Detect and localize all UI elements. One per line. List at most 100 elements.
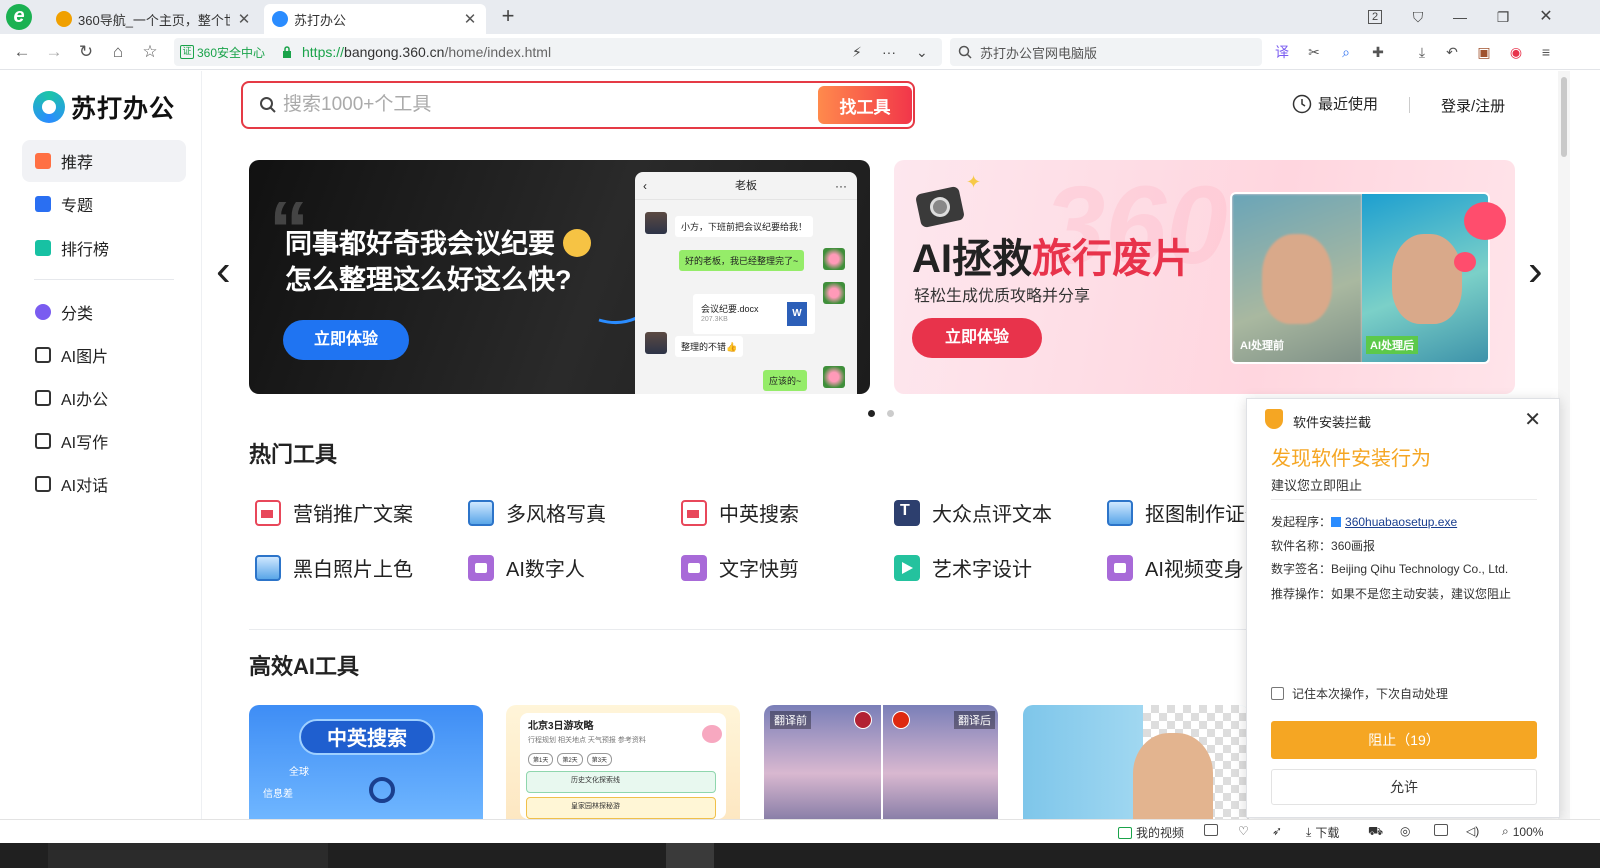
list-item: 历史文化探索线: [526, 771, 716, 793]
try-now-button[interactable]: 立即体验: [283, 320, 409, 360]
window-icon[interactable]: [1434, 824, 1448, 836]
reload-button[interactable]: ↻: [74, 40, 98, 64]
tool-item[interactable]: AI视频变身: [1107, 553, 1244, 582]
my-videos-button[interactable]: 我的视频: [1118, 824, 1184, 841]
url-text: https://bangong.360.cn/home/index.html: [302, 44, 551, 60]
close-window-button[interactable]: ✕: [1533, 4, 1559, 30]
login-register-link[interactable]: 登录/注册: [1441, 95, 1505, 116]
sidebar-item-ai-image[interactable]: AI图片: [22, 334, 186, 376]
security-badge[interactable]: 证 360安全中心: [180, 43, 265, 61]
sidebar-item-ranking[interactable]: 排行榜: [22, 227, 186, 269]
sidebar-item-recommend[interactable]: 推荐: [22, 140, 186, 182]
lightning-icon[interactable]: ⚡: [852, 44, 862, 61]
minimize-button[interactable]: —: [1447, 4, 1473, 30]
initiator-link[interactable]: 360huabaosetup.exe: [1345, 515, 1457, 529]
chart-icon: [35, 240, 51, 256]
chevron-down-icon[interactable]: ⌄: [916, 44, 928, 61]
back-button[interactable]: ←: [10, 40, 34, 64]
browser-tab-bar: e 360导航_一个主页，整个世界 ✕ 苏打办公 ✕ + 2 ⛉ — ❐ ✕: [0, 0, 1600, 34]
my-videos-label: 我的视频: [1136, 826, 1185, 840]
tab-close-icon[interactable]: ✕: [462, 10, 478, 28]
carousel-prev-button[interactable]: ‹: [216, 246, 231, 296]
tab-close-icon[interactable]: ✕: [236, 10, 252, 28]
magnifier-icon[interactable]: ⌕: [1336, 42, 1356, 62]
tool-item[interactable]: 文字快剪: [681, 553, 799, 582]
remember-checkbox[interactable]: [1271, 687, 1284, 700]
recent-used-link[interactable]: 最近使用: [1292, 93, 1378, 114]
carousel-dot-active[interactable]: [868, 410, 875, 417]
tab-360-navigation[interactable]: 360导航_一个主页，整个世界 ✕: [48, 4, 260, 34]
tool-item[interactable]: 中英搜索: [681, 498, 799, 527]
camera-icon: [914, 185, 966, 229]
block-button[interactable]: 阻止（19）: [1271, 721, 1537, 759]
puzzle-icon[interactable]: ✚: [1368, 42, 1388, 62]
avatar: [823, 282, 845, 304]
ai-tool-card[interactable]: 翻译前 翻译后: [764, 705, 998, 819]
menu-icon[interactable]: ≡: [1536, 42, 1556, 62]
home-button[interactable]: ⌂: [106, 40, 130, 64]
find-tools-button[interactable]: 找工具: [818, 86, 912, 124]
ai-tool-card[interactable]: [1023, 705, 1249, 819]
carousel-dot[interactable]: [887, 410, 894, 417]
car-icon[interactable]: ⛟: [1368, 824, 1383, 840]
url-field[interactable]: 证 360安全中心 https://bangong.360.cn/home/in…: [174, 38, 942, 66]
remember-choice[interactable]: 记住本次操作，下次自动处理: [1271, 685, 1448, 702]
health-icon[interactable]: ♡: [1238, 824, 1249, 838]
taskbar-item[interactable]: [48, 843, 328, 868]
taskbar-item[interactable]: [666, 843, 714, 868]
forward-button[interactable]: →: [42, 40, 66, 64]
more-dots-icon[interactable]: ···: [882, 44, 896, 60]
zoom-control[interactable]: ⌕ 100%: [1502, 824, 1543, 839]
tool-search-input[interactable]: [283, 91, 803, 119]
tab-sudabangong[interactable]: 苏打办公 ✕: [264, 4, 486, 34]
undo-icon[interactable]: ↶: [1442, 42, 1462, 62]
sidebar-item-topics[interactable]: 专题: [22, 183, 186, 225]
os-taskbar: [0, 843, 1600, 868]
download-icon[interactable]: ⤓: [1412, 42, 1432, 62]
allow-button[interactable]: 允许: [1271, 769, 1537, 805]
popup-title: 软件安装拦截: [1293, 415, 1372, 430]
popup-warning: 发现软件安装行为: [1271, 448, 1431, 470]
tool-item[interactable]: 艺术字设计: [894, 553, 1032, 582]
browser-logo-icon[interactable]: e: [6, 4, 32, 30]
compare-divider[interactable]: [881, 705, 883, 819]
scissors-icon[interactable]: ✂: [1304, 42, 1324, 62]
close-icon[interactable]: ✕: [1524, 407, 1541, 432]
image-icon: [35, 347, 51, 363]
tool-item[interactable]: 大众点评文本: [894, 498, 1052, 527]
carousel-next-button[interactable]: ›: [1528, 246, 1543, 296]
ai-assistant-icon[interactable]: ◉: [1506, 42, 1526, 62]
shirt-icon[interactable]: ⛉: [1405, 4, 1431, 30]
sidebar-item-ai-office[interactable]: AI办公: [22, 377, 186, 419]
translate-icon[interactable]: 译: [1272, 42, 1292, 62]
site-logo[interactable]: 苏打办公: [33, 89, 175, 125]
sidebar-item-ai-writing[interactable]: AI写作: [22, 420, 186, 462]
screenshot-icon[interactable]: [1204, 824, 1218, 836]
try-now-button[interactable]: 立即体验: [912, 318, 1042, 358]
volume-icon[interactable]: ◁): [1466, 824, 1479, 838]
tool-item[interactable]: 多风格写真: [468, 498, 606, 527]
window-badge[interactable]: 2: [1362, 4, 1388, 30]
tool-item[interactable]: 黑白照片上色: [255, 553, 413, 582]
rocket-icon[interactable]: ➶: [1272, 824, 1282, 838]
tab-label: 360导航_一个主页，整个世界: [78, 12, 230, 28]
dialog-icon: [35, 476, 51, 492]
new-tab-button[interactable]: +: [496, 5, 520, 29]
ai-tool-card[interactable]: 北京3日游攻略 行程规划 相关地点 天气预报 参考资料 第1天 第2天 第3天 …: [506, 705, 740, 819]
sidebar-item-categories[interactable]: 分类: [22, 291, 186, 333]
tool-label: AI数字人: [506, 559, 585, 581]
restore-button[interactable]: ❐: [1490, 4, 1516, 30]
ai-tool-card[interactable]: 中英搜索 全球 信息差: [249, 705, 483, 819]
globe-icon[interactable]: ◎: [1400, 824, 1410, 838]
sidebar-item-ai-dialog[interactable]: AI对话: [22, 463, 186, 505]
favorites-button[interactable]: ☆: [138, 40, 162, 64]
tool-item[interactable]: 营销推广文案: [255, 498, 413, 527]
banner-meeting-minutes[interactable]: “ 同事都好奇我会议纪要 怎么整理这么好这么快? 立即体验 ‹ 老板 ··· 小…: [249, 160, 870, 394]
banner-travel-photo[interactable]: 360 ✦ AI拯救旅行废片 轻松生成优质攻略并分享 立即体验 AI处理前 AI…: [894, 160, 1515, 394]
scrollbar-thumb[interactable]: [1561, 77, 1567, 157]
tool-item[interactable]: 抠图制作证件: [1107, 498, 1265, 527]
browser-search-field[interactable]: 苏打办公官网电脑版: [950, 38, 1262, 66]
tool-item[interactable]: AI数字人: [468, 553, 585, 582]
download-button[interactable]: ⤓ 下载: [1306, 824, 1339, 841]
briefcase-icon[interactable]: ▣: [1474, 42, 1494, 62]
